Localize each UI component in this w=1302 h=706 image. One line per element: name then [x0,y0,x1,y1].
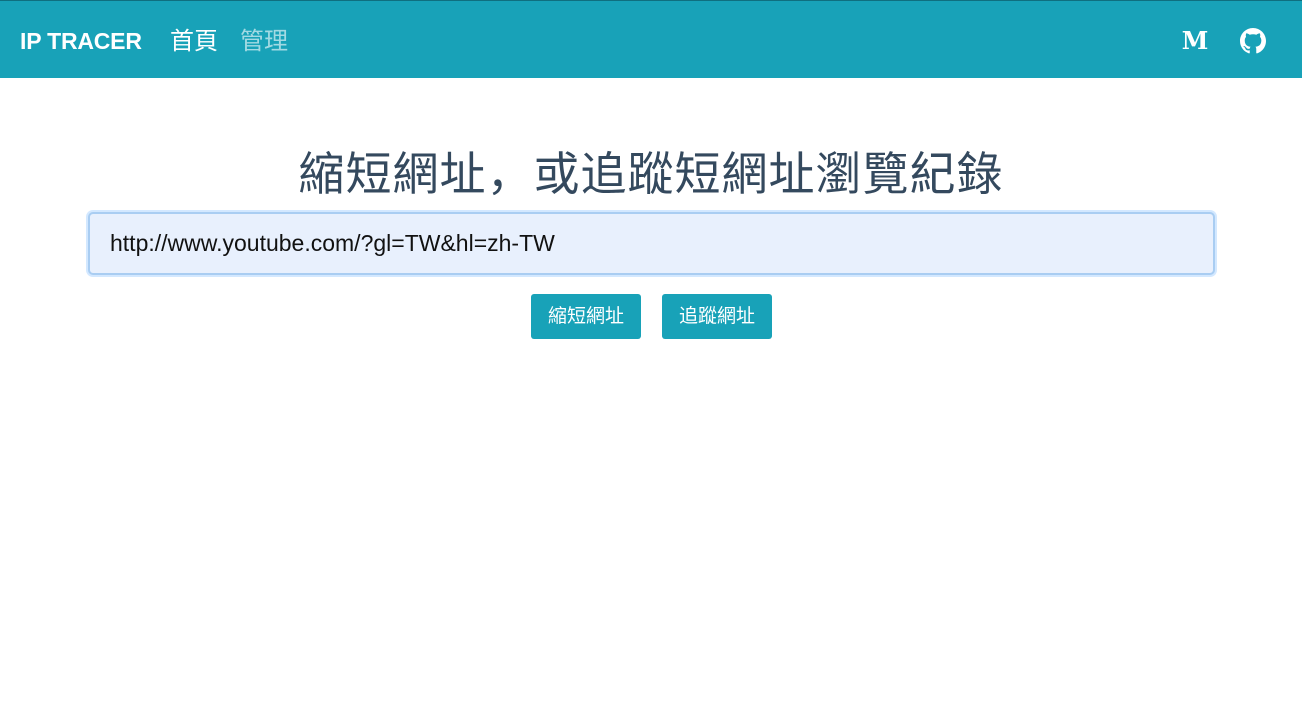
medium-icon[interactable]: M [1181,27,1209,55]
nav-link-admin[interactable]: 管理 [240,25,288,57]
page-title: 縮短網址，或追蹤短網址瀏覽紀錄 [298,147,1004,201]
trace-url-button[interactable]: 追蹤網址 [662,294,772,339]
url-input[interactable] [88,212,1215,275]
brand-logo[interactable]: IP TRACER [20,26,142,56]
nav-link-home[interactable]: 首頁 [170,25,218,57]
github-icon[interactable] [1240,28,1266,54]
navbar: IP TRACER 首頁 管理 M [0,0,1302,78]
shorten-url-button[interactable]: 縮短網址 [531,294,641,339]
